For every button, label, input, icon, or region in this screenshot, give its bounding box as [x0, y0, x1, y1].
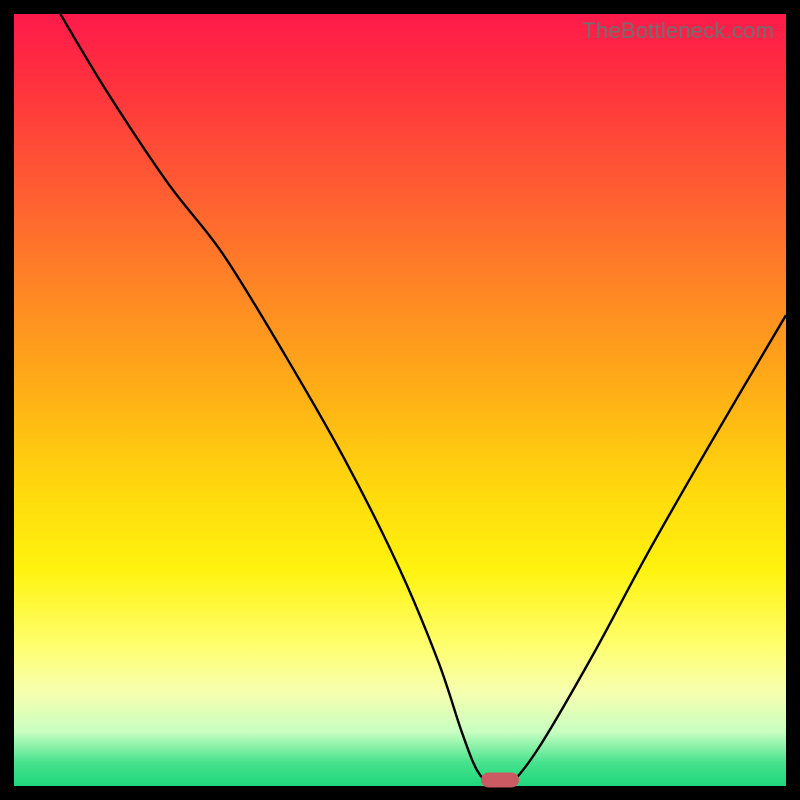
chart-container: TheBottleneck.com — [0, 0, 800, 800]
optimum-marker — [481, 773, 519, 788]
bottleneck-curve — [14, 14, 786, 786]
plot-area: TheBottleneck.com — [14, 14, 786, 786]
